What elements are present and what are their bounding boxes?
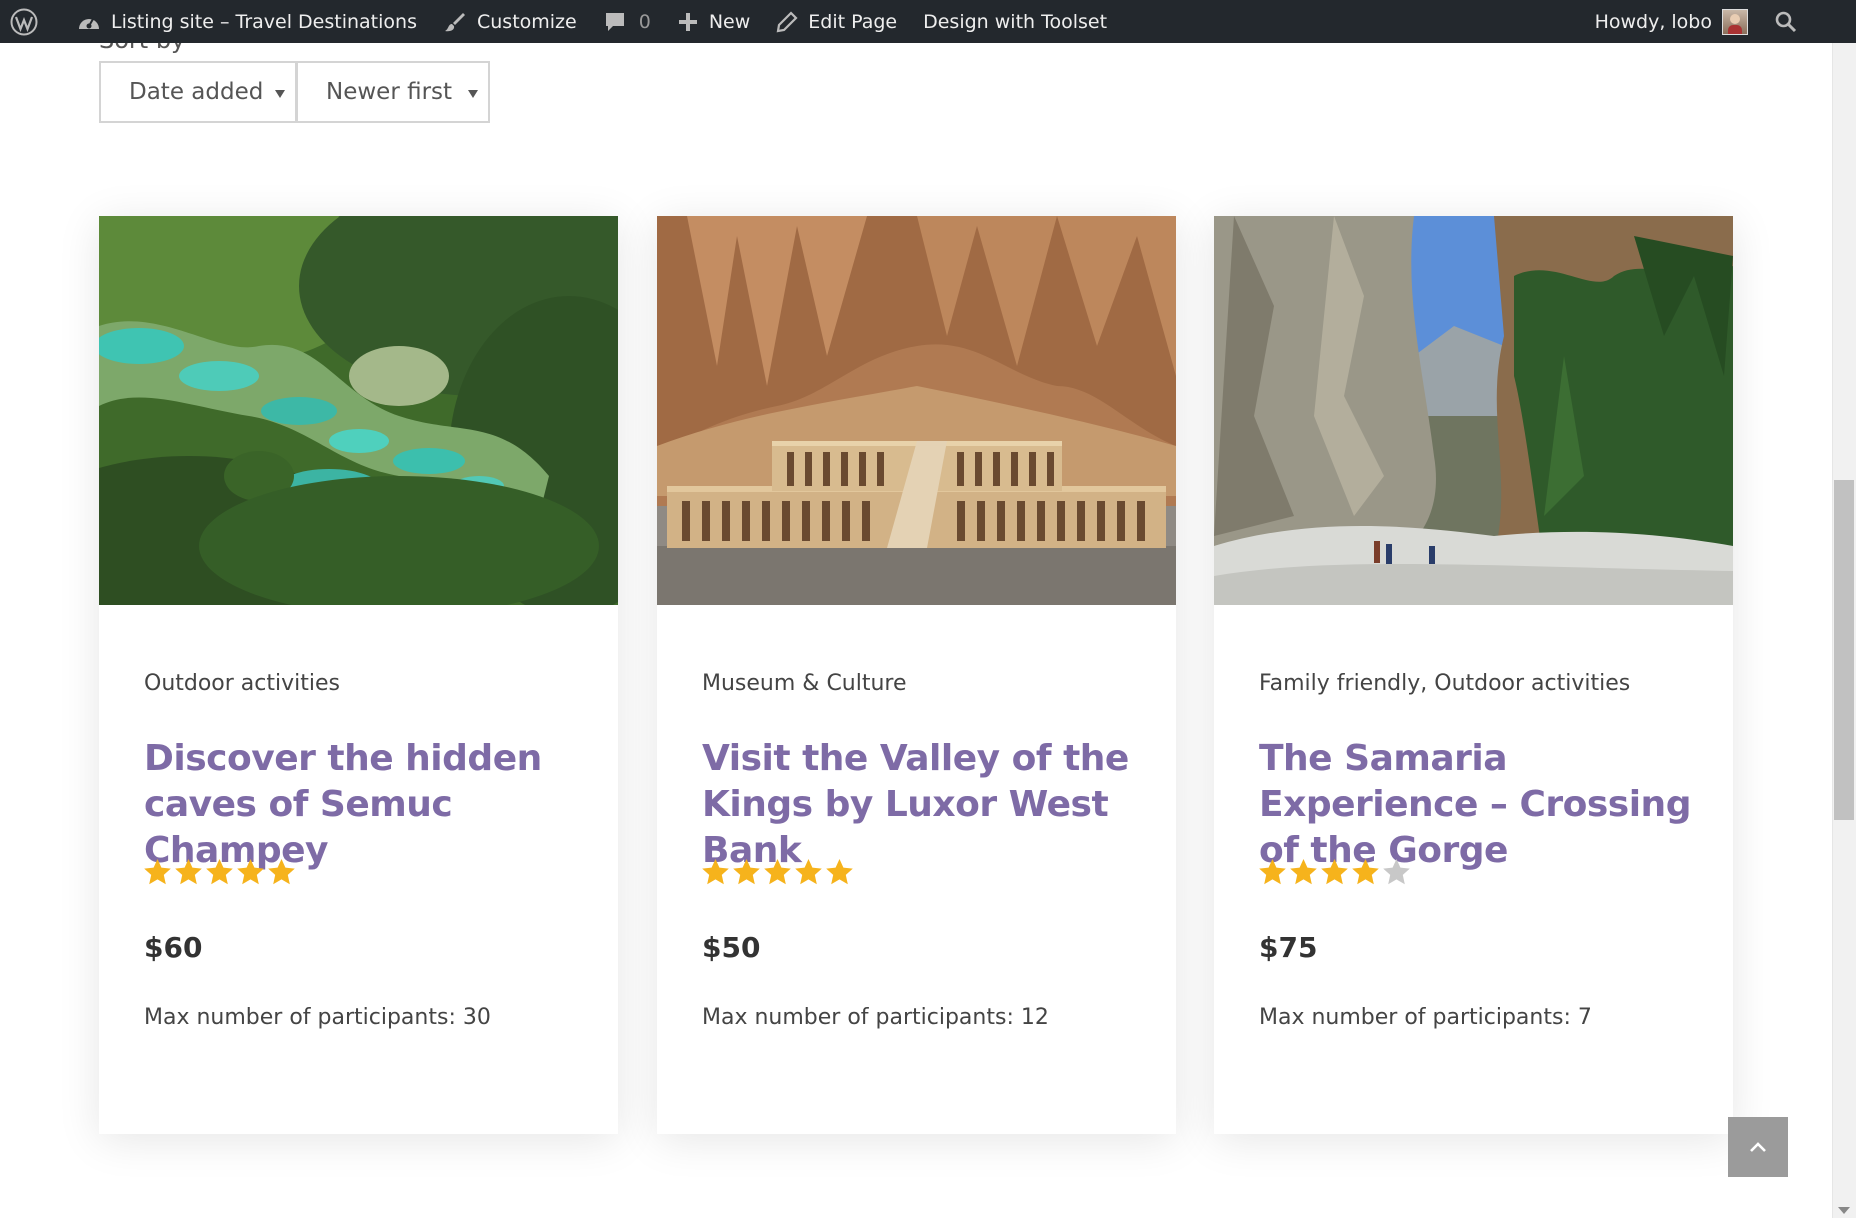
scrollbar-thumb[interactable]: [1834, 480, 1854, 820]
edit-page-label: Edit Page: [808, 10, 898, 33]
card-participants: Max number of participants: 30: [144, 1005, 491, 1030]
star-rating: [700, 857, 855, 888]
semuc-champey-image[interactable]: [99, 216, 618, 605]
howdy-label: Howdy, lobo: [1594, 10, 1712, 33]
my-account-link[interactable]: Howdy, lobo: [1582, 0, 1756, 43]
search-button[interactable]: [1756, 0, 1812, 43]
chevron-up-icon: [1750, 1142, 1766, 1152]
comments-link[interactable]: 0: [590, 0, 664, 43]
star-filled-icon: [795, 859, 822, 885]
star-filled-icon: [764, 859, 791, 885]
listing-card[interactable]: Outdoor activities Discover the hidden c…: [99, 216, 618, 1134]
star-filled-icon: [733, 859, 760, 885]
chevron-down-icon: [468, 90, 478, 98]
comment-bubble-icon: [605, 12, 624, 31]
star-filled-icon: [206, 859, 233, 885]
plus-icon: [678, 12, 697, 31]
back-to-top-button[interactable]: [1728, 1117, 1788, 1177]
edit-page-link[interactable]: Edit Page: [763, 0, 910, 43]
new-label: New: [708, 10, 751, 33]
site-title: Listing site – Travel Destinations: [111, 10, 417, 33]
site-name-link[interactable]: Listing site – Travel Destinations: [64, 0, 430, 43]
star-rating: [142, 857, 297, 888]
sort-order-value: Newer first: [326, 79, 453, 105]
star-filled-icon: [144, 859, 171, 885]
card-price: $50: [702, 931, 761, 964]
sort-field-value: Date added: [129, 79, 264, 105]
star-filled-icon: [1352, 859, 1379, 885]
star-empty-icon: [1383, 859, 1410, 885]
star-filled-icon: [175, 859, 202, 885]
scroll-down-arrow-icon[interactable]: [1838, 1207, 1850, 1214]
pencil-icon: [776, 10, 798, 32]
listing-card[interactable]: Museum & Culture Visit the Valley of the…: [657, 216, 1176, 1134]
customize-label: Customize: [476, 10, 577, 33]
customize-link[interactable]: Customize: [430, 0, 590, 43]
star-filled-icon: [237, 859, 264, 885]
new-content-link[interactable]: New: [664, 0, 763, 43]
star-rating: [1257, 857, 1412, 888]
wordpress-logo-icon[interactable]: [0, 0, 64, 43]
page-scrollbar[interactable]: [1832, 43, 1856, 1218]
star-filled-icon: [268, 859, 295, 885]
card-title[interactable]: Visit the Valley of the Kings by Luxor W…: [702, 736, 1152, 874]
temple-hatshepsut-image[interactable]: [657, 216, 1176, 605]
card-category[interactable]: Outdoor activities: [144, 671, 340, 696]
admin-bar: Listing site – Travel Destinations Custo…: [0, 0, 1856, 43]
design-toolset-label: Design with Toolset: [923, 10, 1108, 33]
card-participants: Max number of participants: 12: [702, 1005, 1049, 1030]
avatar: [1722, 8, 1748, 35]
card-price: $60: [144, 931, 203, 964]
chevron-down-icon: [275, 90, 285, 98]
star-filled-icon: [1321, 859, 1348, 885]
search-icon: [1775, 11, 1797, 32]
star-filled-icon: [1290, 859, 1317, 885]
star-filled-icon: [826, 859, 853, 885]
card-title[interactable]: Discover the hidden caves of Semuc Champ…: [144, 736, 594, 874]
star-filled-icon: [702, 859, 729, 885]
sort-order-select[interactable]: Newer first: [296, 61, 490, 123]
design-with-toolset-link[interactable]: Design with Toolset: [910, 0, 1120, 43]
card-category[interactable]: Museum & Culture: [702, 671, 907, 696]
sort-field-select[interactable]: Date added: [99, 61, 297, 123]
samaria-gorge-image[interactable]: [1214, 216, 1733, 605]
listing-card[interactable]: Family friendly, Outdoor activities The …: [1214, 216, 1733, 1134]
card-category[interactable]: Family friendly, Outdoor activities: [1259, 671, 1630, 696]
paintbrush-icon: [444, 12, 465, 31]
dashboard-icon: [79, 18, 99, 29]
star-filled-icon: [1259, 859, 1286, 885]
card-price: $75: [1259, 931, 1318, 964]
comments-count: 0: [638, 10, 651, 33]
card-participants: Max number of participants: 7: [1259, 1005, 1592, 1030]
card-title[interactable]: The Samaria Experience – Crossing of the…: [1259, 736, 1709, 874]
